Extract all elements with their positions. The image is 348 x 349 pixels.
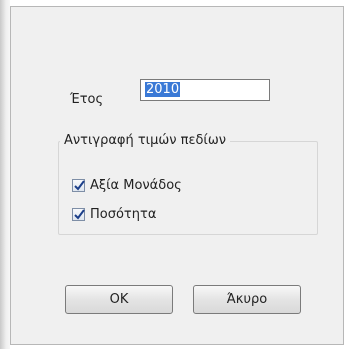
unit-value-option[interactable]: Αξία Μονάδος	[72, 176, 182, 194]
checkmark-icon	[74, 208, 85, 220]
year-input-value: 2010	[145, 82, 181, 97]
unit-value-label: Αξία Μονάδος	[90, 177, 182, 193]
copy-fields-group-title: Αντιγραφή τιμών πεδίων	[60, 133, 230, 148]
checkmark-icon	[74, 179, 85, 191]
ok-button[interactable]: OK	[65, 285, 173, 314]
screen: Έτος 2010 Αντιγραφή τιμών πεδίων Αξία Μο…	[0, 0, 348, 349]
cancel-button[interactable]: Άκυρο	[193, 285, 301, 314]
quantity-option[interactable]: Ποσότητα	[72, 205, 156, 223]
quantity-checkbox[interactable]	[72, 207, 85, 221]
quantity-label: Ποσότητα	[90, 206, 157, 222]
year-label: Έτος	[70, 92, 104, 107]
unit-value-checkbox[interactable]	[72, 178, 85, 192]
year-input[interactable]: 2010	[140, 79, 270, 101]
window-edge-shadow	[0, 0, 10, 349]
